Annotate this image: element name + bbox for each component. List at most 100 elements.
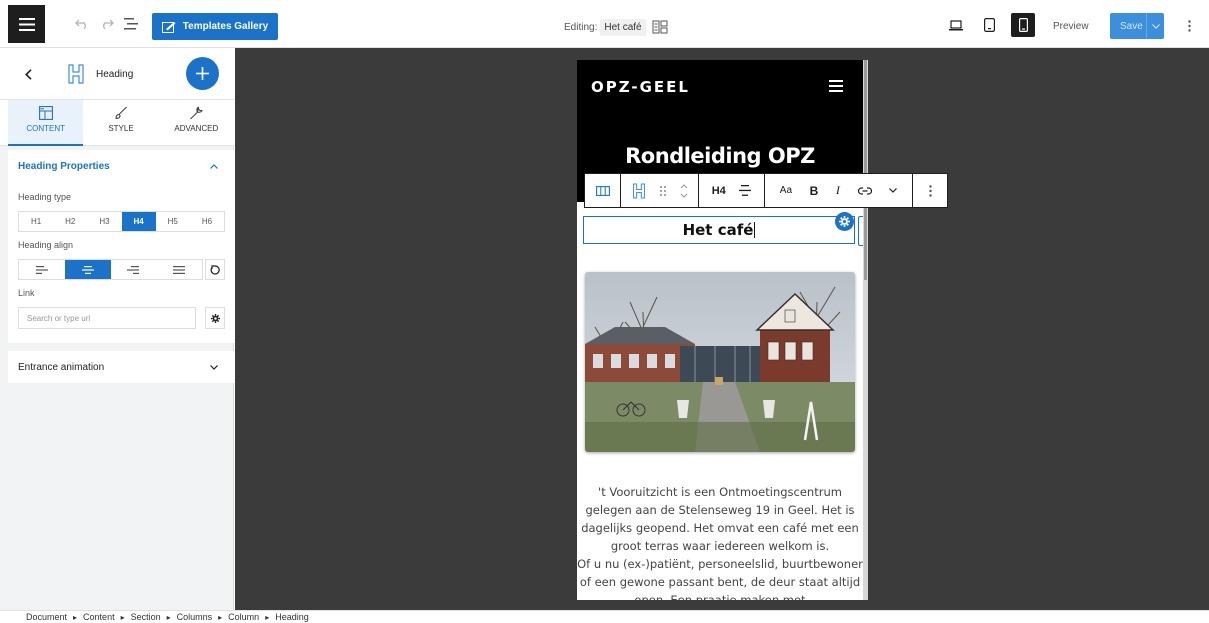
heading-type-h4[interactable]: H4: [121, 212, 156, 231]
chevron-down-icon[interactable]: [889, 188, 898, 193]
preview-button[interactable]: Preview: [1053, 21, 1089, 32]
page-title[interactable]: Rondleiding OPZ: [577, 144, 863, 168]
heading-block-type-icon[interactable]: [632, 182, 646, 199]
list-view-button[interactable]: [121, 14, 141, 34]
heading-type-h1[interactable]: H1: [19, 212, 53, 231]
parent-block-selector[interactable]: [585, 174, 621, 207]
align-reset-button[interactable]: [205, 259, 225, 280]
undo-button[interactable]: [72, 14, 92, 34]
back-button[interactable]: [20, 65, 36, 83]
text-format-group: Aa B I: [765, 174, 913, 207]
heading-type-h6[interactable]: H6: [190, 212, 224, 231]
heading-block-icon: [66, 63, 86, 85]
save-button[interactable]: Save: [1110, 13, 1164, 39]
align-right-button[interactable]: [111, 260, 157, 279]
more-options-button[interactable]: [913, 174, 947, 207]
heading-type-h2[interactable]: H2: [53, 212, 87, 231]
tab-advanced-label: ADVANCED: [174, 124, 219, 133]
chevron-right-icon: ▸: [166, 612, 171, 622]
selected-heading-block[interactable]: Het café: [583, 216, 855, 244]
heading-level-button[interactable]: H4: [712, 174, 726, 207]
add-block-button[interactable]: [186, 57, 219, 90]
align-right-icon: [127, 265, 140, 274]
editing-document-name[interactable]: Het café: [600, 18, 646, 36]
align-left-button[interactable]: [19, 260, 65, 279]
chevron-left-icon: [24, 68, 32, 80]
paragraph-2[interactable]: Of u nu (ex-)patiënt, personeelslid, buu…: [577, 555, 863, 600]
preview-scrollbar-thumb[interactable]: [864, 60, 867, 280]
tablet-view-button[interactable]: [977, 13, 1001, 37]
heading-properties-panel: Heading Properties Heading type H1 H2 H3…: [8, 150, 234, 343]
desktop-icon: [949, 19, 963, 30]
intro-paragraph[interactable]: 't Vooruitzicht is een Ontmoetingscentru…: [577, 483, 863, 600]
document-settings-icon[interactable]: [652, 19, 668, 35]
align-center-icon[interactable]: [739, 185, 752, 196]
top-toolbar: Templates Gallery Editing: Het café Prev…: [0, 0, 1209, 48]
heading-properties-title: Heading Properties: [18, 160, 110, 172]
block-toolbar: H4 Aa B I: [584, 173, 948, 208]
tab-style[interactable]: STYLE: [83, 100, 158, 146]
heading-type-h3[interactable]: H3: [87, 212, 121, 231]
sidebar-tabs: CONTENT STYLE ADVANCED: [0, 100, 234, 146]
breadcrumb-section[interactable]: Section: [131, 612, 161, 622]
paragraph-1[interactable]: 't Vooruitzicht is een Ontmoetingscentru…: [577, 483, 863, 555]
templates-gallery-label: Templates Gallery: [182, 21, 269, 32]
link-url-input[interactable]: Search or type url: [18, 307, 196, 329]
site-menu-icon[interactable]: [829, 80, 843, 92]
heading-type-selector: H1 H2 H3 H4 H5 H6: [18, 211, 225, 232]
heading-icon: [68, 64, 84, 84]
breadcrumb-column[interactable]: Column: [228, 612, 259, 622]
redo-button[interactable]: [97, 14, 117, 34]
redo-icon: [103, 19, 114, 29]
block-name: Heading: [96, 69, 134, 80]
options-menu-button[interactable]: [1183, 16, 1195, 36]
cafe-photo[interactable]: [585, 272, 855, 452]
breadcrumb-columns[interactable]: Columns: [177, 612, 213, 622]
breadcrumb-content[interactable]: Content: [83, 612, 115, 622]
save-label: Save: [1120, 20, 1143, 32]
block-breadcrumb: Document ▸ Content ▸ Section ▸ Columns ▸…: [0, 610, 1209, 623]
editor-canvas: OPZ-GEEL Rondleiding OPZ Het café 't Voo…: [235, 48, 1209, 610]
italic-button[interactable]: I: [836, 174, 840, 207]
list-view-icon: [124, 18, 138, 30]
block-mover-group: [621, 174, 699, 207]
breadcrumb-heading[interactable]: Heading: [275, 612, 309, 622]
block-settings-sidebar: Heading CONTENT STYLE ADVANCED Heading P…: [0, 48, 234, 610]
wrench-icon: [190, 106, 204, 120]
template-icon: [161, 21, 176, 33]
templates-gallery-button[interactable]: Templates Gallery: [152, 13, 278, 40]
columns-icon: [595, 185, 610, 196]
drag-handle-icon[interactable]: [659, 185, 667, 197]
link-settings-button[interactable]: [205, 307, 225, 329]
entrance-animation-title: Entrance animation: [18, 361, 105, 373]
main-menu-button[interactable]: [8, 5, 45, 43]
move-up-down-icon[interactable]: [680, 183, 688, 199]
chevron-down-icon: [210, 364, 218, 370]
cafe-building-image: [585, 272, 855, 452]
heading-align-label: Heading align: [18, 240, 74, 250]
align-justify-button[interactable]: [156, 260, 202, 279]
heading-type-h5[interactable]: H5: [156, 212, 190, 231]
chevron-right-icon: ▸: [265, 612, 270, 622]
bold-button[interactable]: B: [810, 174, 819, 207]
tab-content[interactable]: CONTENT: [8, 100, 84, 146]
font-settings-button[interactable]: Aa: [780, 174, 792, 207]
block-settings-gear-button[interactable]: [835, 212, 854, 231]
site-logo[interactable]: OPZ-GEEL: [591, 78, 690, 96]
entrance-animation-toggle[interactable]: Entrance animation: [8, 351, 234, 383]
tab-advanced[interactable]: ADVANCED: [159, 100, 234, 146]
link-icon[interactable]: [857, 186, 872, 195]
heading-text[interactable]: Het café: [683, 221, 754, 239]
align-center-button[interactable]: [64, 260, 111, 279]
editing-indicator: Editing: Het café: [564, 16, 668, 38]
editing-label: Editing:: [564, 21, 598, 33]
tablet-icon: [983, 18, 995, 32]
chevron-down-icon: [1151, 23, 1160, 29]
heading-properties-toggle[interactable]: Heading Properties: [8, 150, 234, 182]
desktop-view-button[interactable]: [944, 13, 968, 37]
breadcrumb-document[interactable]: Document: [26, 612, 67, 622]
chevron-right-icon: ▸: [218, 612, 223, 622]
tab-content-label: CONTENT: [26, 124, 65, 133]
save-options-toggle[interactable]: [1146, 13, 1164, 39]
mobile-view-button[interactable]: [1011, 13, 1035, 37]
